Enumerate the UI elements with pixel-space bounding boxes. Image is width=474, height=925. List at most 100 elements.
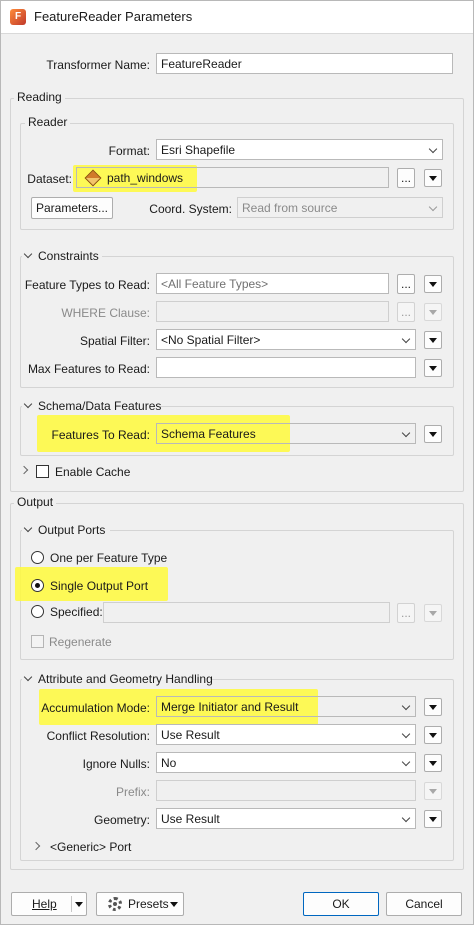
chevron-down-icon <box>401 813 411 823</box>
spatial-filter-value: <No Spatial Filter> <box>161 332 261 347</box>
conflict-resolution-label: Conflict Resolution: <box>46 729 150 743</box>
chevron-down-icon <box>401 334 411 344</box>
format-label: Format: <box>108 144 150 158</box>
specified-radio[interactable] <box>31 605 44 618</box>
single-output-port-label: Single Output Port <box>50 579 149 593</box>
ignore-nulls-menu-button[interactable] <box>424 754 442 772</box>
specified-label: Specified: <box>50 605 103 619</box>
geometry-label: Geometry: <box>93 813 150 827</box>
enable-cache-checkbox[interactable] <box>36 465 49 478</box>
geometry-select[interactable]: Use Result <box>156 808 416 829</box>
chevron-down-icon <box>428 202 438 212</box>
transformer-name-value: FeatureReader <box>161 56 242 71</box>
chevron-down-icon <box>401 701 411 711</box>
specified-menu-button[interactable] <box>424 604 442 622</box>
presets-button[interactable]: Presets <box>96 892 184 916</box>
format-value: Esri Shapefile <box>161 142 236 157</box>
where-clause-browse-button[interactable]: ... <box>397 302 415 322</box>
feature-types-browse-button[interactable]: ... <box>397 274 415 294</box>
dataset-input[interactable]: path_windows <box>76 167 389 188</box>
schema-legend: Schema/Data Features <box>38 399 162 413</box>
generic-port-label[interactable]: <Generic> Port <box>50 840 131 854</box>
specified-browse-button[interactable]: ... <box>397 603 415 623</box>
chevron-down-icon <box>401 729 411 739</box>
accumulation-mode-value: Merge Initiator and Result <box>161 699 299 714</box>
output-ports-header[interactable]: Output Ports <box>22 523 110 537</box>
presets-dropdown-icon <box>170 902 178 907</box>
transformer-name-input[interactable]: FeatureReader <box>156 53 453 74</box>
chevron-down-icon[interactable] <box>23 249 33 259</box>
chevron-down-icon <box>401 757 411 767</box>
chevron-down-icon[interactable] <box>23 672 33 682</box>
ignore-nulls-value: No <box>161 755 177 770</box>
ignore-nulls-label: Ignore Nulls: <box>82 757 150 771</box>
features-to-read-select[interactable]: Schema Features <box>156 423 416 444</box>
geometry-value: Use Result <box>161 811 220 826</box>
prefix-input[interactable] <box>156 780 416 801</box>
transformer-name-label: Transformer Name: <box>46 58 150 72</box>
dataset-menu-button[interactable] <box>424 169 442 187</box>
features-to-read-value: Schema Features <box>161 426 256 441</box>
feature-types-menu-button[interactable] <box>424 275 442 293</box>
chevron-down-icon[interactable] <box>23 399 33 409</box>
format-select[interactable]: Esri Shapefile <box>156 139 443 160</box>
coord-system-label: Coord. System: <box>149 202 232 216</box>
features-to-read-menu-button[interactable] <box>424 425 442 443</box>
gear-icon <box>108 897 122 911</box>
chevron-down-icon <box>401 428 411 438</box>
accumulation-mode-menu-button[interactable] <box>424 698 442 716</box>
help-dropdown-icon[interactable] <box>75 902 83 907</box>
dataset-browse-button[interactable]: ... <box>397 168 415 188</box>
dataset-value: path_windows <box>107 170 184 185</box>
feature-types-input[interactable]: <All Feature Types> <box>156 273 389 294</box>
help-button[interactable]: Help <box>11 892 87 916</box>
reading-legend: Reading <box>14 90 65 104</box>
where-clause-label: WHERE Clause: <box>61 306 150 320</box>
max-features-input[interactable] <box>156 357 416 378</box>
regenerate-checkbox[interactable] <box>31 635 44 648</box>
one-per-feature-type-radio[interactable] <box>31 551 44 564</box>
coord-system-select[interactable]: Read from source <box>237 197 443 218</box>
where-clause-input[interactable] <box>156 301 389 322</box>
conflict-resolution-select[interactable]: Use Result <box>156 724 416 745</box>
spatial-filter-label: Spatial Filter: <box>79 334 150 348</box>
attribute-handling-header[interactable]: Attribute and Geometry Handling <box>22 672 213 686</box>
help-label: Help <box>32 897 57 911</box>
prefix-menu-button[interactable] <box>424 782 442 800</box>
spatial-filter-select[interactable]: <No Spatial Filter> <box>156 329 416 350</box>
ok-button[interactable]: OK <box>303 892 379 916</box>
where-clause-menu-button[interactable] <box>424 303 442 321</box>
spatial-filter-menu-button[interactable] <box>424 331 442 349</box>
cancel-button[interactable]: Cancel <box>386 892 462 916</box>
constraints-header[interactable]: Constraints <box>22 249 102 263</box>
single-output-port-radio[interactable] <box>31 579 44 592</box>
prefix-label: Prefix: <box>115 785 150 799</box>
geometry-menu-button[interactable] <box>424 810 442 828</box>
enable-cache-label: Enable Cache <box>55 465 131 479</box>
accumulation-mode-select[interactable]: Merge Initiator and Result <box>156 696 416 717</box>
one-per-feature-type-label: One per Feature Type <box>50 551 168 565</box>
output-ports-legend: Output Ports <box>38 523 106 537</box>
coord-system-value: Read from source <box>242 200 338 215</box>
reader-parameters-button[interactable]: Parameters... <box>31 197 113 219</box>
title-bar[interactable]: F FeatureReader Parameters <box>0 0 474 34</box>
conflict-resolution-menu-button[interactable] <box>424 726 442 744</box>
chevron-down-icon <box>428 144 438 154</box>
accumulation-mode-label: Accumulation Mode: <box>41 701 150 715</box>
regenerate-label: Regenerate <box>49 635 112 649</box>
feature-types-label: Feature Types to Read: <box>24 278 150 292</box>
max-features-menu-button[interactable] <box>424 359 442 377</box>
chevron-down-icon[interactable] <box>23 523 33 533</box>
output-legend: Output <box>14 495 57 509</box>
max-features-label: Max Features to Read: <box>27 362 150 376</box>
schema-header[interactable]: Schema/Data Features <box>22 399 162 413</box>
features-to-read-label: Features To Read: <box>51 428 150 442</box>
reader-legend: Reader <box>25 115 71 129</box>
specified-ports-input[interactable] <box>103 602 390 623</box>
dataset-label: Dataset: <box>27 172 72 186</box>
constraints-legend: Constraints <box>38 249 99 263</box>
conflict-resolution-value: Use Result <box>161 727 220 742</box>
window-title: FeatureReader Parameters <box>34 9 193 24</box>
ignore-nulls-select[interactable]: No <box>156 752 416 773</box>
attribute-handling-legend: Attribute and Geometry Handling <box>38 672 213 686</box>
